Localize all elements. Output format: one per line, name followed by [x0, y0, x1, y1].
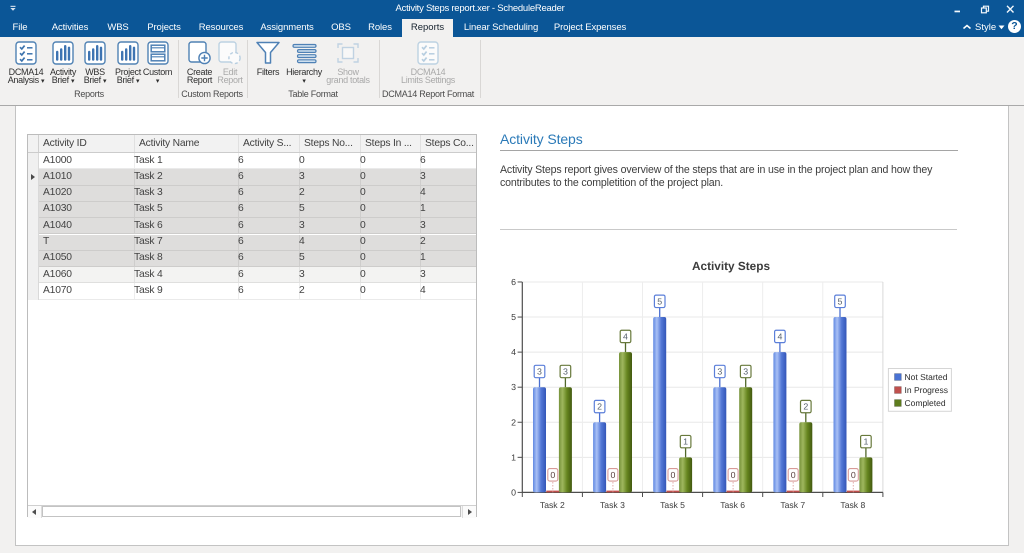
svg-text:0: 0 — [511, 487, 516, 497]
svg-text:5: 5 — [657, 296, 662, 306]
svg-text:3: 3 — [511, 382, 516, 392]
svg-text:0: 0 — [550, 470, 555, 480]
svg-text:3: 3 — [743, 366, 748, 376]
svg-text:3: 3 — [717, 366, 722, 376]
svg-text:2: 2 — [597, 401, 602, 411]
svg-text:0: 0 — [791, 470, 796, 480]
svg-text:1: 1 — [863, 437, 868, 447]
svg-text:2: 2 — [511, 417, 516, 427]
svg-text:1: 1 — [683, 437, 688, 447]
svg-text:0: 0 — [731, 470, 736, 480]
svg-text:Task 5: Task 5 — [660, 500, 685, 510]
svg-text:5: 5 — [511, 312, 516, 322]
svg-text:6: 6 — [511, 277, 516, 287]
svg-text:3: 3 — [537, 366, 542, 376]
svg-text:0: 0 — [671, 470, 676, 480]
svg-text:1: 1 — [511, 452, 516, 462]
svg-text:Not Started: Not Started — [905, 372, 948, 382]
svg-text:Task 7: Task 7 — [780, 500, 805, 510]
svg-text:0: 0 — [610, 470, 615, 480]
svg-text:Completed: Completed — [905, 398, 946, 408]
svg-text:2: 2 — [803, 401, 808, 411]
svg-text:Task 8: Task 8 — [840, 500, 865, 510]
svg-text:3: 3 — [563, 366, 568, 376]
svg-text:Task 2: Task 2 — [540, 500, 565, 510]
svg-text:In Progress: In Progress — [905, 385, 948, 395]
svg-text:Task 6: Task 6 — [720, 500, 745, 510]
svg-text:4: 4 — [623, 331, 628, 341]
svg-text:Activity Steps: Activity Steps — [692, 259, 770, 273]
svg-text:5: 5 — [838, 296, 843, 306]
svg-text:4: 4 — [511, 347, 516, 357]
svg-text:4: 4 — [777, 331, 782, 341]
svg-text:Task 3: Task 3 — [600, 500, 625, 510]
svg-text:0: 0 — [851, 470, 856, 480]
